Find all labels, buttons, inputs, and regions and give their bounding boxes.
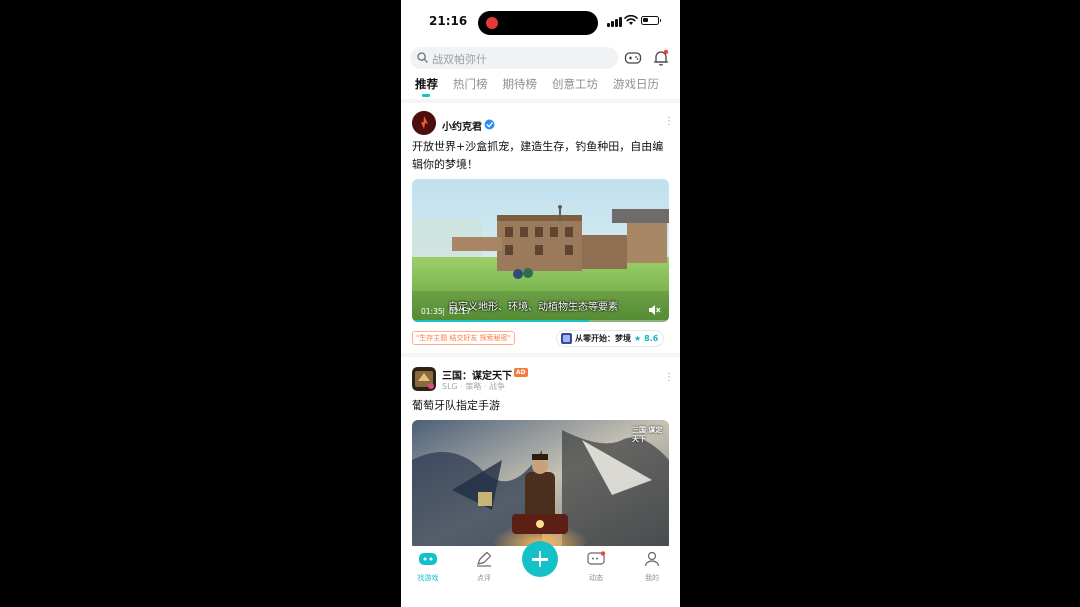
notification-bell-icon[interactable] bbox=[651, 48, 671, 68]
create-post-button[interactable] bbox=[522, 541, 558, 577]
tab-creative-workshop[interactable]: 创意工坊 bbox=[552, 76, 598, 92]
activity-chat-icon bbox=[587, 551, 606, 565]
search-placeholder: 战双帕弥什 bbox=[432, 53, 487, 66]
battery-icon bbox=[641, 16, 661, 25]
recording-indicator-icon bbox=[486, 17, 498, 29]
nav-reviews[interactable]: 点评 bbox=[464, 551, 504, 583]
video-subtitle: 自定义地形、环境、动植物生态等要素 bbox=[448, 302, 618, 313]
game-app-icon[interactable] bbox=[412, 367, 436, 391]
video-elapsed-time: 01:35 bbox=[421, 307, 443, 316]
cellular-signal-icon bbox=[607, 17, 623, 27]
avatar[interactable] bbox=[412, 111, 436, 135]
video-player[interactable]: 自定义地形、环境、动植物生态等要素 01:35 | 02:17 bbox=[412, 179, 669, 322]
bottom-navigation: 找游戏 点评 动态 我的 bbox=[401, 541, 680, 607]
tab-anticipated-chart[interactable]: 期待榜 bbox=[503, 76, 538, 92]
more-options-icon[interactable]: ⋮ bbox=[664, 117, 674, 127]
video-progress-fill bbox=[412, 320, 589, 322]
nav-label: 我的 bbox=[645, 574, 659, 582]
game-thumbnail-icon bbox=[561, 333, 572, 344]
search-input[interactable]: 战双帕弥什 bbox=[410, 47, 618, 69]
tab-game-calendar[interactable]: 游戏日历 bbox=[613, 76, 659, 92]
nav-label: 动态 bbox=[589, 574, 603, 582]
wifi-icon bbox=[624, 14, 638, 25]
tab-recommend[interactable]: 推荐 bbox=[415, 76, 438, 97]
more-options-icon[interactable]: ⋮ bbox=[664, 373, 674, 383]
nav-label: 找游戏 bbox=[417, 574, 439, 582]
review-pen-icon bbox=[477, 551, 492, 567]
search-icon bbox=[417, 52, 428, 63]
star-icon: ★ bbox=[634, 334, 642, 343]
ad-banner-artwork bbox=[412, 420, 669, 550]
game-logo-icon bbox=[412, 367, 436, 391]
related-game-name: 从零开始：梦境 bbox=[575, 334, 631, 343]
mute-icon[interactable] bbox=[648, 304, 661, 316]
related-game-score: 8.6 bbox=[644, 334, 659, 343]
category-tabs: 推荐 热门榜 期待榜 创意工坊 游戏日历 bbox=[415, 76, 674, 97]
post-author-name[interactable]: 小约克君 bbox=[442, 118, 482, 133]
avatar-logo-icon bbox=[412, 111, 436, 135]
divider bbox=[401, 353, 680, 357]
related-game-chip[interactable]: 从零开始：梦境 ★ 8.6 bbox=[556, 330, 665, 347]
post-body-text: 开放世界+沙盒抓宠，建造生存，钓鱼种田，自由编辑你的梦境！ bbox=[412, 140, 664, 171]
verified-badge-icon bbox=[484, 119, 495, 130]
nav-find-games[interactable]: 找游戏 bbox=[408, 551, 448, 583]
ad-badge: AD bbox=[514, 368, 528, 377]
ad-banner-image[interactable]: 三国 谋定天下 bbox=[412, 420, 669, 550]
nav-profile[interactable]: 我的 bbox=[632, 551, 672, 583]
game-genre-meta: SLG · 策略 · 战争 bbox=[442, 382, 505, 391]
dynamic-island bbox=[478, 11, 598, 35]
find-games-icon bbox=[419, 553, 437, 565]
post-body-text: 葡萄牙队指定手游 bbox=[412, 399, 500, 412]
phone-screen: 21:16 战双帕弥什 推荐 热门榜 期待榜 创意工坊 游戏日历 小约克君 ⋮ … bbox=[401, 0, 680, 607]
gamepad-icon[interactable] bbox=[623, 48, 643, 68]
divider bbox=[401, 99, 680, 103]
post-topic-tag[interactable]: "生存主题 结交好友 探索秘密" bbox=[412, 331, 515, 345]
status-bar: 21:16 bbox=[401, 0, 680, 44]
profile-icon bbox=[644, 551, 660, 567]
status-time: 21:16 bbox=[429, 14, 468, 28]
nav-label: 点评 bbox=[477, 574, 491, 582]
nav-activity[interactable]: 动态 bbox=[576, 551, 616, 583]
post-author-name[interactable]: 三国：谋定天下 bbox=[442, 367, 512, 382]
video-total-time: 02:17 bbox=[449, 307, 471, 316]
tab-hot-chart[interactable]: 热门榜 bbox=[453, 76, 488, 92]
ad-banner-logo: 三国 谋定天下 bbox=[632, 426, 663, 443]
